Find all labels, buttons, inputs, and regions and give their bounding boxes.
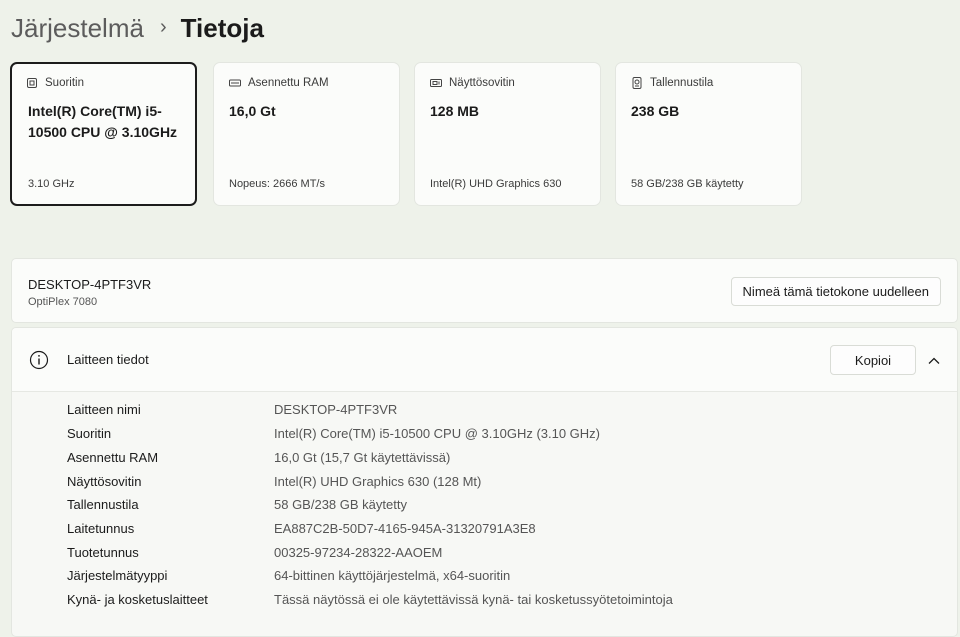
device-name-panel: DESKTOP-4PTF3VR OptiPlex 7080 Nimeä tämä… — [11, 258, 958, 323]
card-subtext: Nopeus: 2666 MT/s — [229, 178, 325, 190]
ram-icon — [229, 77, 241, 89]
rename-pc-button[interactable]: Nimeä tämä tietokone uudelleen — [730, 277, 941, 306]
spec-value: DESKTOP-4PTF3VR — [274, 402, 398, 417]
chevron-right-icon: › — [159, 15, 167, 38]
device-model: OptiPlex 7080 — [28, 296, 98, 308]
page-title: Tietoja — [180, 12, 264, 43]
info-icon — [29, 350, 49, 370]
spec-label: Tuotetunnus — [67, 545, 139, 560]
spec-value: Tässä näytössä ei ole käytettävissä kynä… — [274, 592, 673, 607]
card-value: 16,0 Gt — [229, 103, 276, 119]
display-adapter-icon — [430, 77, 442, 89]
card-storage[interactable]: Tallennustila 238 GB 58 GB/238 GB käytet… — [615, 62, 802, 206]
card-value: 238 GB — [631, 103, 680, 119]
card-subtext: 3.10 GHz — [28, 178, 75, 190]
device-name: DESKTOP-4PTF3VR — [28, 277, 152, 292]
spec-value: 00325-97234-28322-AAOEM — [274, 545, 443, 560]
card-title: Suoritin — [45, 77, 84, 89]
spec-label: Laitteen nimi — [67, 402, 141, 417]
breadcrumb: Järjestelmä › Tietoja — [11, 10, 264, 46]
spec-value: Intel(R) Core(TM) i5-10500 CPU @ 3.10GHz… — [274, 426, 601, 441]
section-title: Laitteen tiedot — [67, 352, 149, 367]
card-processor[interactable]: Suoritin Intel(R) Core(TM) i5-10500 CPU … — [10, 62, 197, 206]
spec-label: Kynä- ja kosketuslaitteet — [67, 592, 208, 607]
card-subtext: 58 GB/238 GB käytetty — [631, 178, 744, 190]
spec-label: Asennettu RAM — [67, 450, 159, 465]
device-specifications-panel: Laitteen tiedot Kopioi Laitteen nimi DES… — [11, 327, 958, 637]
spec-label: Suoritin — [67, 426, 112, 441]
card-display-adapter[interactable]: Näyttösovitin 128 MB Intel(R) UHD Graphi… — [414, 62, 601, 206]
card-value: 128 MB — [430, 103, 480, 119]
spec-label: Laitetunnus — [67, 521, 135, 536]
spec-value: 64-bittinen käyttöjärjestelmä, x64-suori… — [274, 568, 511, 583]
card-subtext: Intel(R) UHD Graphics 630 — [430, 178, 562, 190]
spec-label: Näyttösovitin — [67, 474, 142, 489]
card-value: Intel(R) Core(TM) i5-10500 CPU @ 3.10GHz — [28, 103, 178, 140]
card-title: Näyttösovitin — [449, 77, 515, 89]
card-title: Asennettu RAM — [248, 77, 329, 89]
storage-icon — [631, 77, 643, 89]
spec-label: Järjestelmätyyppi — [67, 568, 168, 583]
spec-label: Tallennustila — [67, 497, 139, 512]
processor-icon — [26, 77, 38, 89]
breadcrumb-parent[interactable]: Järjestelmä — [11, 13, 144, 44]
card-ram[interactable]: Asennettu RAM 16,0 Gt Nopeus: 2666 MT/s — [213, 62, 400, 206]
spec-value: 58 GB/238 GB käytetty — [274, 497, 407, 512]
spec-value: Intel(R) UHD Graphics 630 (128 Mt) — [274, 474, 482, 489]
spec-value: EA887C2B-50D7-4165-945A-31320791A3E8 — [274, 521, 536, 536]
chevron-up-icon[interactable] — [925, 352, 943, 370]
card-title: Tallennustila — [650, 77, 714, 89]
copy-button[interactable]: Kopioi — [830, 345, 916, 375]
spec-value: 16,0 Gt (15,7 Gt käytettävissä) — [274, 450, 451, 465]
device-specifications-header[interactable]: Laitteen tiedot Kopioi — [12, 328, 957, 392]
